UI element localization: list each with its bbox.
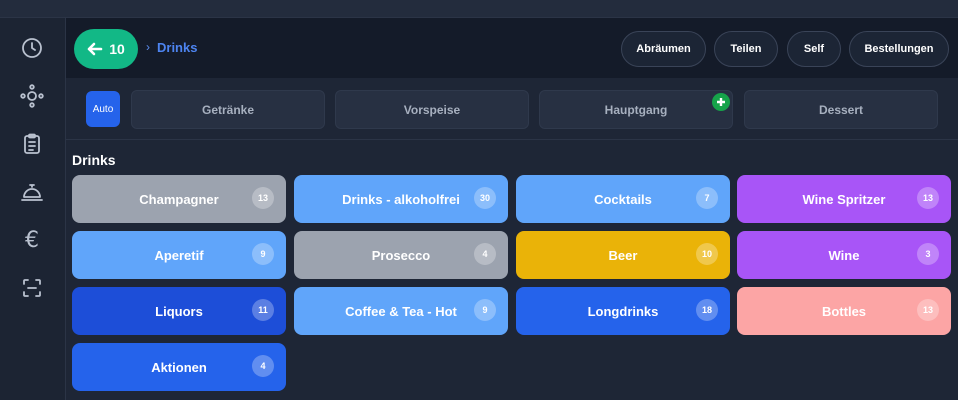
tab-course-main[interactable]: Hauptgang [539, 90, 733, 129]
category-tile-bottles[interactable]: Bottles 13 [737, 287, 951, 335]
service-bell-icon[interactable] [19, 179, 45, 205]
section-title: Drinks [72, 152, 116, 168]
category-label: Drinks - alkoholfrei [342, 191, 460, 207]
back-count: 10 [109, 41, 125, 57]
count-badge: 7 [696, 187, 718, 209]
count-badge: 13 [917, 299, 939, 321]
category-label: Wine Spritzer [802, 191, 886, 207]
euro-icon[interactable]: € [19, 227, 45, 253]
clear-button[interactable]: Abräumen [621, 31, 706, 67]
category-label: Longdrinks [587, 303, 659, 319]
category-tile-liquors[interactable]: Liquors 11 [72, 287, 286, 335]
category-tile-drinks-alkoholfrei[interactable]: Drinks - alkoholfrei 30 [294, 175, 508, 223]
floorplan-icon[interactable] [19, 83, 45, 109]
count-badge: 30 [474, 187, 496, 209]
header-bar: 10 › Drinks Abräumen Teilen Self Bestell… [66, 18, 958, 78]
category-label: Champagner [139, 191, 219, 207]
breadcrumb-separator: › [146, 40, 150, 54]
count-badge: 3 [917, 243, 939, 265]
tab-course-drinks[interactable]: Getränke [131, 90, 325, 129]
category-label: Prosecco [371, 247, 431, 263]
split-button[interactable]: Teilen [714, 31, 778, 67]
category-label: Aktionen [151, 359, 207, 375]
category-tile-beer[interactable]: Beer 10 [516, 231, 730, 279]
category-tile-coffee-tea-hot[interactable]: Coffee & Tea - Hot 9 [294, 287, 508, 335]
sidebar: € [0, 18, 66, 400]
category-label: Wine [828, 247, 860, 263]
count-badge: 9 [252, 243, 274, 265]
category-label: Aperetif [154, 247, 204, 263]
category-label: Coffee & Tea - Hot [345, 303, 457, 319]
self-button[interactable]: Self [787, 31, 841, 67]
tab-course-dessert[interactable]: Dessert [744, 90, 938, 129]
category-label: Cocktails [594, 191, 652, 207]
category-label: Liquors [155, 303, 203, 319]
clipboard-icon[interactable] [19, 131, 45, 157]
window-top-strip [0, 0, 958, 18]
add-course-icon[interactable] [712, 93, 730, 111]
count-badge: 11 [252, 299, 274, 321]
category-tile-longdrinks[interactable]: Longdrinks 18 [516, 287, 730, 335]
category-tile-aktionen[interactable]: Aktionen 4 [72, 343, 286, 391]
course-bar: Auto Getränke Vorspeise Hauptgang Desser… [66, 78, 958, 140]
category-tile-cocktails[interactable]: Cocktails 7 [516, 175, 730, 223]
category-tile-prosecco[interactable]: Prosecco 4 [294, 231, 508, 279]
category-label: Bottles [821, 303, 867, 319]
count-badge: 4 [252, 355, 274, 377]
orders-button[interactable]: Bestellungen [849, 31, 949, 67]
clock-icon[interactable] [19, 35, 45, 61]
auto-button[interactable]: Auto [86, 91, 120, 127]
count-badge: 9 [474, 299, 496, 321]
breadcrumb[interactable]: Drinks [157, 40, 197, 55]
category-tile-champagner[interactable]: Champagner 13 [72, 175, 286, 223]
category-label: Beer [608, 247, 638, 263]
category-tile-wine[interactable]: Wine 3 [737, 231, 951, 279]
category-tile-wine-spritzer[interactable]: Wine Spritzer 13 [737, 175, 951, 223]
category-tile-aperetif[interactable]: Aperetif 9 [72, 231, 286, 279]
tab-course-starter[interactable]: Vorspeise [335, 90, 529, 129]
count-badge: 13 [917, 187, 939, 209]
scan-icon[interactable] [19, 275, 45, 301]
count-badge: 4 [474, 243, 496, 265]
count-badge: 18 [696, 299, 718, 321]
count-badge: 10 [696, 243, 718, 265]
count-badge: 13 [252, 187, 274, 209]
arrow-left-icon [87, 42, 103, 56]
back-button[interactable]: 10 [74, 29, 138, 69]
